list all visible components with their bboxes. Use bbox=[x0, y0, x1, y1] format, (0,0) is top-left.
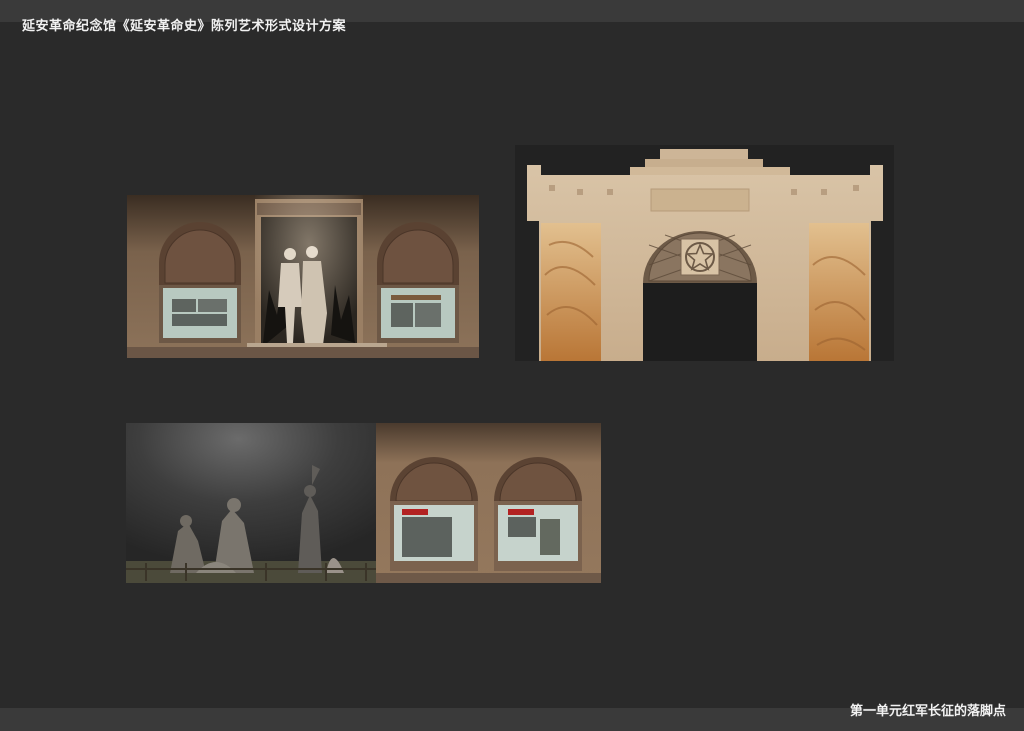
display-case-icon bbox=[390, 457, 478, 571]
display-case-icon bbox=[159, 222, 241, 343]
display-case-icon bbox=[377, 222, 459, 343]
statue-hall-rendering bbox=[127, 195, 479, 358]
gate-facade-rendering bbox=[515, 145, 894, 361]
star-emblem-icon bbox=[680, 238, 720, 276]
relief-panel-icon bbox=[809, 223, 869, 361]
display-case-icon bbox=[494, 457, 582, 571]
section-caption: 第一单元红军长征的落脚点 bbox=[849, 704, 1006, 719]
sculpture-and-arches-rendering bbox=[126, 423, 601, 583]
page-title: 延安革命纪念馆《延安革命史》陈列艺术形式设计方案 bbox=[22, 19, 347, 34]
relief-panel-icon bbox=[541, 223, 601, 361]
